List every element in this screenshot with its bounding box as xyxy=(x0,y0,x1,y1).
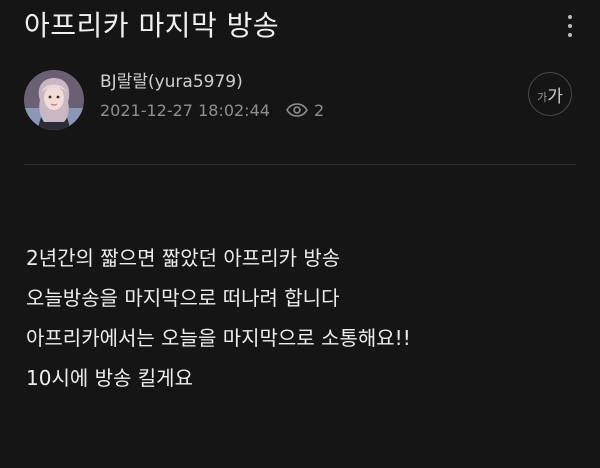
body-line: 오늘방송을 마지막으로 떠나려 합니다 xyxy=(26,286,340,310)
body-line: 아프리카에서는 오늘을 마지막으로 소통해요!! xyxy=(26,326,411,350)
font-size-button[interactable]: 가 가 xyxy=(528,72,572,116)
font-size-small-label: 가 xyxy=(537,91,548,104)
more-vertical-icon xyxy=(568,15,572,19)
post-timestamp: 2021-12-27 18:02:44 xyxy=(100,100,270,120)
author-name[interactable]: BJ랄랄(yura5979) xyxy=(100,70,243,94)
view-count: 2 xyxy=(313,100,325,120)
font-size-large-label: 가 xyxy=(547,86,563,107)
post-view: 아프리카 마지막 방송 BJ랄랄(yura5979) 2021-12-27 18… xyxy=(0,0,600,468)
avatar-image xyxy=(24,70,84,130)
post-title: 아프리카 마지막 방송 xyxy=(24,9,280,42)
body-line: 10시에 방송 킬게요 xyxy=(26,366,193,390)
post-meta: 2021-12-27 18:02:44 2 xyxy=(100,98,324,122)
more-options-button[interactable] xyxy=(560,10,580,42)
eye-icon xyxy=(286,103,308,117)
divider xyxy=(24,164,576,165)
avatar[interactable] xyxy=(24,70,84,130)
body-line: 2년간의 짧으면 짧았던 아프리카 방송 xyxy=(26,246,341,270)
post-body: 2년간의 짧으면 짧았던 아프리카 방송 오늘방송을 마지막으로 떠나려 합니다… xyxy=(26,238,411,398)
